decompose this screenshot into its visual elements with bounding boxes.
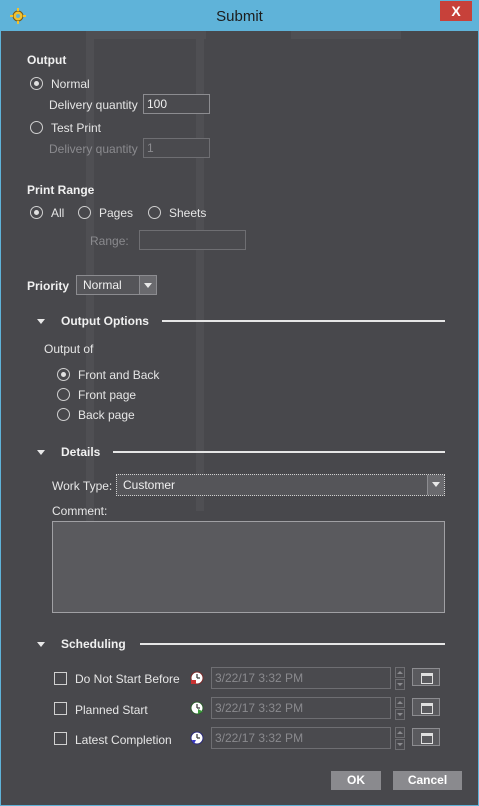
range-sheets-label: Sheets (169, 206, 207, 220)
range-label: Range: (90, 234, 129, 248)
normal-delivery-quantity-input[interactable]: 100 (143, 94, 210, 114)
planned-start-calendar-button[interactable] (412, 698, 440, 716)
test-print-delivery-quantity-label: Delivery quantity (49, 142, 138, 156)
comment-label: Comment: (52, 504, 108, 518)
scheduling-title[interactable]: Scheduling (61, 637, 126, 651)
priority-select[interactable]: Normal (76, 275, 157, 295)
do-not-start-before-checkbox[interactable] (54, 672, 67, 685)
back-page-radio[interactable] (57, 408, 70, 421)
work-type-select[interactable]: Customer (116, 474, 445, 496)
output-options-collapse-icon[interactable] (37, 319, 45, 324)
cancel-button[interactable]: Cancel (393, 771, 462, 790)
background-watermark (291, 31, 401, 39)
priority-select-value: Normal (83, 278, 122, 292)
details-divider (113, 451, 445, 453)
priority-label: Priority (27, 279, 70, 293)
front-and-back-radio[interactable] (57, 368, 70, 381)
normal-label: Normal (51, 77, 90, 91)
latest-completion-checkbox[interactable] (54, 732, 67, 745)
comment-textarea[interactable] (52, 521, 445, 613)
ok-button[interactable]: OK (331, 771, 381, 790)
range-all-label: All (51, 206, 65, 220)
normal-delivery-quantity-label: Delivery quantity (49, 98, 138, 112)
spinner-down-icon[interactable] (395, 709, 405, 720)
spinner-up-icon[interactable] (395, 697, 405, 708)
latest-completion-label: Latest Completion (75, 733, 172, 747)
dialog-content: Output Normal Delivery quantity 100 Test… (1, 31, 478, 805)
submit-dialog: Submit X Output Normal Delivery quantity… (0, 0, 479, 806)
back-page-label: Back page (78, 408, 135, 422)
do-not-start-before-calendar-button[interactable] (412, 668, 440, 686)
spinner-down-icon[interactable] (395, 739, 405, 750)
front-and-back-label: Front and Back (78, 368, 160, 382)
planned-start-input[interactable]: 3/22/17 3:32 PM (211, 697, 391, 719)
close-button[interactable]: X (440, 1, 472, 21)
range-all-radio[interactable] (30, 206, 43, 219)
scheduling-collapse-icon[interactable] (37, 642, 45, 647)
scheduling-divider (140, 643, 445, 645)
planned-start-spinner[interactable] (395, 697, 405, 721)
chevron-down-icon (139, 276, 156, 294)
range-pages-radio[interactable] (78, 206, 91, 219)
test-print-delivery-quantity-input[interactable]: 1 (143, 138, 210, 158)
chevron-down-icon (427, 475, 444, 495)
clock-icon (190, 671, 204, 685)
print-range-section-title: Print Range (27, 183, 95, 197)
latest-completion-input[interactable]: 3/22/17 3:32 PM (211, 727, 391, 749)
details-title[interactable]: Details (61, 445, 100, 459)
background-watermark (86, 31, 206, 39)
latest-completion-spinner[interactable] (395, 727, 405, 751)
normal-radio[interactable] (30, 77, 43, 90)
do-not-start-before-spinner[interactable] (395, 667, 405, 691)
front-page-label: Front page (78, 388, 137, 402)
output-section-title: Output (27, 53, 67, 67)
details-collapse-icon[interactable] (37, 450, 45, 455)
spinner-down-icon[interactable] (395, 679, 405, 690)
work-type-label: Work Type: (52, 479, 113, 493)
do-not-start-before-input[interactable]: 3/22/17 3:32 PM (211, 667, 391, 689)
spinner-up-icon[interactable] (395, 667, 405, 678)
output-options-divider (162, 320, 445, 322)
latest-completion-calendar-button[interactable] (412, 728, 440, 746)
front-page-radio[interactable] (57, 388, 70, 401)
planned-start-checkbox[interactable] (54, 702, 67, 715)
work-type-select-value: Customer (123, 478, 176, 492)
test-print-label: Test Print (51, 121, 102, 135)
window-title: Submit (216, 8, 263, 25)
clock-icon (190, 731, 204, 745)
range-pages-label: Pages (99, 206, 134, 220)
do-not-start-before-label: Do Not Start Before (75, 672, 180, 686)
range-input[interactable] (139, 230, 246, 250)
spinner-up-icon[interactable] (395, 727, 405, 738)
range-sheets-radio[interactable] (148, 206, 161, 219)
test-print-radio[interactable] (30, 121, 43, 134)
output-options-title[interactable]: Output Options (61, 314, 149, 328)
planned-start-label: Planned Start (75, 703, 148, 717)
title-bar[interactable]: Submit X (1, 1, 478, 31)
output-of-label: Output of (44, 342, 94, 356)
clock-icon (190, 701, 204, 715)
